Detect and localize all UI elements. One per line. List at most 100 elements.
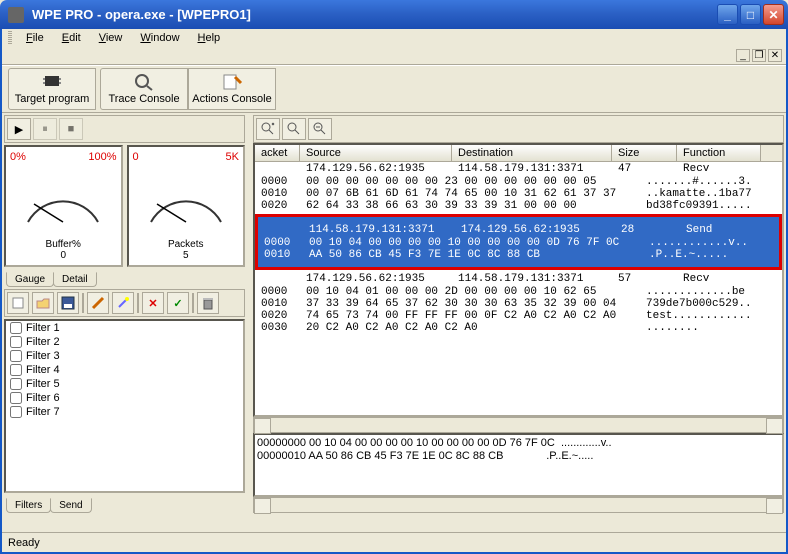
filter-row[interactable]: Filter 6 [6,391,243,405]
hex-bytes: 00 10 04 00 00 00 00 10 00 00 00 00 0D 7… [303,237,643,249]
filter-row[interactable]: Filter 2 [6,335,243,349]
size-cell: 28 [615,224,680,236]
pause-button[interactable]: ⏸ [33,118,57,140]
hex-bytes: 62 64 33 38 66 63 30 39 33 39 31 00 00 0… [300,200,640,212]
col-function[interactable]: Function [677,145,761,161]
zoom-out-button[interactable] [308,118,332,140]
mdi-restore-button[interactable]: ❐ [752,49,766,62]
func-cell: Recv [677,273,761,285]
stop-button[interactable]: ■ [59,118,83,140]
filter-label: Filter 4 [26,364,60,376]
filter-checkbox[interactable] [10,406,22,418]
filter-row[interactable]: Filter 1 [6,321,243,335]
dst-cell: 174.129.56.62:1935 [455,224,615,236]
filter-checkbox[interactable] [10,364,22,376]
hex-bytes: 00 00 00 00 00 00 00 23 00 00 00 00 00 0… [300,176,640,188]
grip-icon [8,31,12,45]
hex-bytes: 37 33 39 64 65 37 62 30 30 30 63 35 32 3… [300,298,640,310]
hex-offset: 0010 [255,188,300,200]
menu-file[interactable]: File [18,30,52,46]
packet-grid[interactable]: acket Source Destination Size Function 1… [253,143,784,417]
dst-cell: 114.58.179.131:3371 [452,163,612,175]
menu-help[interactable]: Help [190,30,229,46]
menu-view[interactable]: View [91,30,131,46]
col-source[interactable]: Source [300,145,452,161]
filter-checkbox[interactable] [10,350,22,362]
size-cell: 47 [612,163,677,175]
status-text: Ready [8,537,40,549]
func-cell: Send [680,224,764,236]
delete-filter-button[interactable]: ✕ [142,292,164,314]
filter-row[interactable]: Filter 4 [6,363,243,377]
new-filter-button[interactable] [7,292,29,314]
hex-offset: 0020 [255,200,300,212]
zoom-in-button[interactable] [282,118,306,140]
hex-viewer[interactable]: 00000000 00 10 04 00 00 00 00 10 00 00 0… [253,433,784,497]
gauge-max: 100% [88,151,116,163]
col-destination[interactable]: Destination [452,145,612,161]
trace-console-button[interactable]: Trace Console [100,68,188,110]
tab-gauge[interactable]: Gauge [6,272,54,287]
tab-filters[interactable]: Filters [6,498,51,513]
minimize-button[interactable]: _ [717,4,738,25]
filter-row[interactable]: Filter 7 [6,405,243,419]
maximize-button[interactable]: □ [740,4,761,25]
gauge-value: 5 [133,250,240,261]
filter-list[interactable]: Filter 1Filter 2Filter 3Filter 4 Filter 5… [4,319,245,493]
func-cell: Recv [677,163,761,175]
hex-ascii: ............v.. [643,237,779,249]
col-packet[interactable]: acket [255,145,300,161]
zoom-fit-button[interactable] [256,118,280,140]
title-bar: WPE PRO - opera.exe - [WPEPRO1] _ □ ✕ [0,0,788,29]
close-button[interactable]: ✕ [763,4,784,25]
gauge-arc-icon [141,174,231,229]
gauge-min: 0% [10,151,26,163]
tab-send[interactable]: Send [50,498,91,513]
filter-toolbar: ✕ ✓ [4,289,245,317]
filter-row[interactable]: Filter 5 [6,377,243,391]
filter-checkbox[interactable] [10,322,22,334]
mdi-close-button[interactable]: ✕ [768,49,782,62]
filter-label: Filter 2 [26,336,60,348]
filter-checkbox[interactable] [10,392,22,404]
save-filter-button[interactable] [57,292,79,314]
packet-row[interactable]: 174.129.56.62:1935114.58.179.131:337147R… [255,162,782,212]
horizontal-scrollbar[interactable] [253,417,784,433]
hex-ascii: .P..E.~..... [643,249,779,261]
play-button[interactable]: ▶ [7,118,31,140]
filter-row[interactable]: Filter 3 [6,349,243,363]
mdi-minimize-button[interactable]: _ [736,49,750,62]
menu-window[interactable]: Window [132,30,187,46]
filter-wand-button[interactable] [112,292,134,314]
target-program-button[interactable]: Target program [8,68,96,110]
menu-edit[interactable]: Edit [54,30,89,46]
menu-bar: File Edit View Window Help [2,29,786,47]
hex-bytes: 00 07 6B 61 6D 61 74 74 65 00 10 31 62 6… [300,188,640,200]
gauge-arc-icon [18,174,108,229]
window-title: WPE PRO - opera.exe - [WPEPRO1] [32,7,717,22]
col-size[interactable]: Size [612,145,677,161]
packets-gauge: 05K Packets 5 [127,145,246,267]
gauge-max: 5K [226,151,239,163]
hex-offset: 0010 [258,249,303,261]
apply-filter-button[interactable]: ✓ [167,292,189,314]
hex-ascii: .......#......3. [640,176,782,188]
filter-checkbox[interactable] [10,336,22,348]
open-filter-button[interactable] [32,292,54,314]
filter-label: Filter 7 [26,406,60,418]
tab-detail[interactable]: Detail [53,272,97,287]
horizontal-scrollbar[interactable] [253,497,784,513]
filter-checkbox[interactable] [10,378,22,390]
src-cell: 174.129.56.62:1935 [300,273,452,285]
packet-row[interactable]: 114.58.179.131:3371174.129.56.62:193528S… [255,214,782,270]
chip-icon [41,73,63,91]
edit-filter-button[interactable] [87,292,109,314]
actions-console-button[interactable]: Actions Console [188,68,276,110]
filter-label: Filter 5 [26,378,60,390]
hex-offset: 0010 [255,298,300,310]
packet-row[interactable]: 174.129.56.62:1935114.58.179.131:337157R… [255,272,782,334]
trash-filter-button[interactable] [197,292,219,314]
playback-toolbar: ▶ ⏸ ■ [4,115,245,143]
hex-offset: 0000 [255,286,300,298]
grid-header: acket Source Destination Size Function [255,145,782,162]
